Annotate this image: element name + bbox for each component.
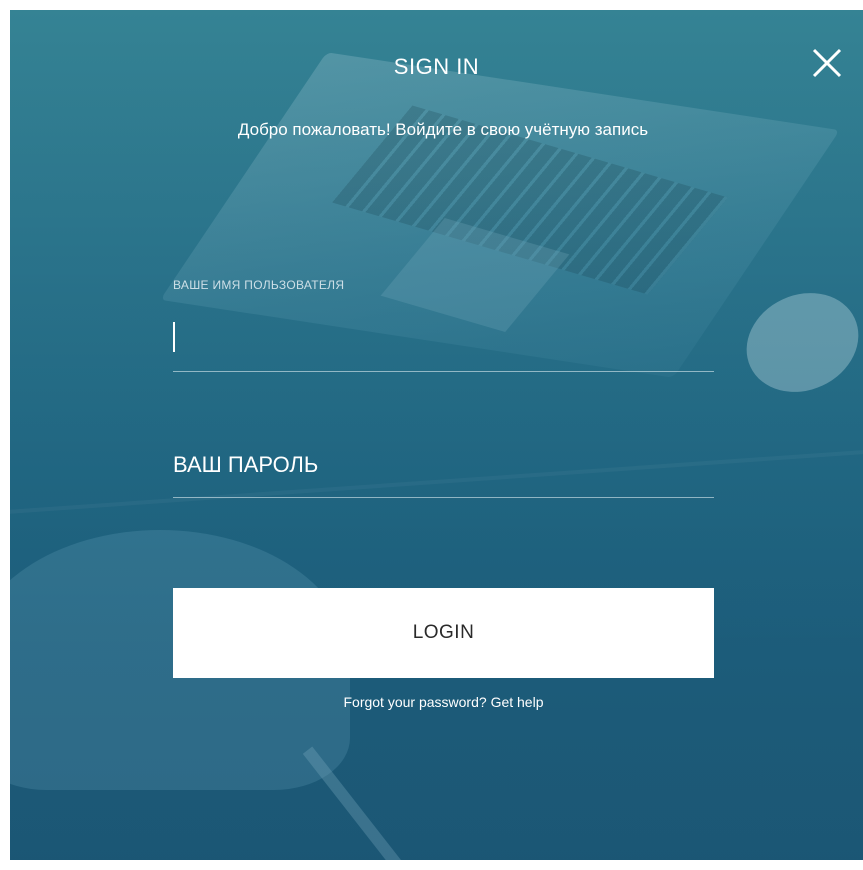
password-underline <box>173 497 714 498</box>
forgot-password-text: Forgot your password? <box>343 694 487 710</box>
close-button[interactable] <box>810 46 844 80</box>
get-help-link[interactable]: Get help <box>491 694 544 710</box>
welcome-message: Добро пожаловать! Войдите в свою учётную… <box>237 120 649 139</box>
modal-title: SIGN IN <box>393 54 480 79</box>
password-input[interactable] <box>173 440 714 490</box>
close-icon <box>812 48 842 78</box>
username-label: ВАШЕ ИМЯ ПОЛЬЗОВАТЕЛЯ <box>173 278 345 292</box>
login-button[interactable]: LOGIN <box>173 588 714 678</box>
text-caret <box>173 322 175 352</box>
username-underline <box>173 371 714 372</box>
forgot-password-row: Forgot your password? Get help <box>173 694 714 710</box>
sign-in-modal: SIGN IN Добро пожаловать! Войдите в свою… <box>10 10 863 860</box>
username-input[interactable] <box>173 316 714 366</box>
